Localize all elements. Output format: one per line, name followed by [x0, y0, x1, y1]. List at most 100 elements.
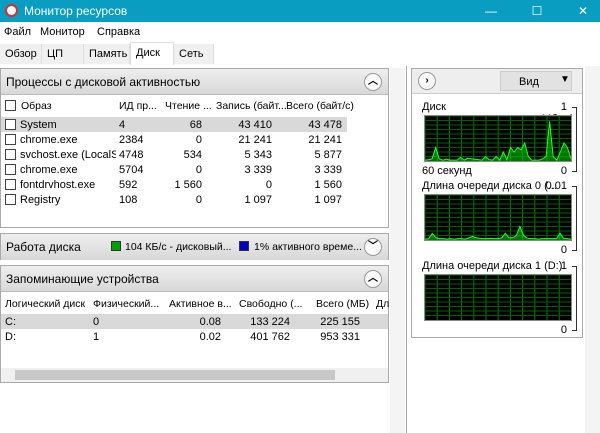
process-row[interactable]: chrome.exe 2384 0 21 241 21 241 [1, 132, 347, 147]
free-space: 133 224 [250, 316, 290, 328]
close-button[interactable]: ✕ [566, 0, 600, 22]
process-checkbox[interactable] [5, 164, 16, 175]
collapse-chevron-up-icon[interactable]: ︿ [364, 270, 382, 288]
process-pid: 5704 [119, 164, 144, 176]
maximize-button[interactable]: ☐ [520, 0, 554, 22]
process-image: svchost.exe (LocalSe... [20, 149, 116, 161]
processes-column-header: Образ ИД пр... Чтение ... Запись (байт..… [1, 98, 388, 116]
process-row[interactable]: Registry 108 0 1 097 1 097 [1, 192, 347, 207]
disk-activity-header[interactable]: Работа диска 104 КБ/с - дисковый... 1% а… [1, 234, 388, 260]
process-pid: 4 [119, 119, 126, 131]
graph-canvas [424, 115, 572, 161]
storage-title: Запоминающие устройства [6, 272, 159, 286]
process-checkbox[interactable] [5, 194, 16, 205]
process-row[interactable]: System 4 68 43 410 43 478 [1, 117, 347, 132]
active-time: 0.08 [199, 316, 221, 328]
process-row[interactable]: fontdrvhost.exe 592 1 560 0 1 560 [1, 177, 347, 192]
process-read: 1 560 [174, 179, 202, 191]
scale-bracket [572, 107, 577, 172]
scale-bracket [572, 266, 577, 331]
io-legend-swatch [111, 241, 121, 251]
col-write[interactable]: Запись (байт... [216, 100, 287, 112]
process-row[interactable]: chrome.exe 5704 0 3 339 3 339 [1, 162, 347, 177]
col-logical-disk[interactable]: Логический диск [5, 298, 85, 310]
select-all-checkbox[interactable] [5, 100, 16, 111]
graph-pane: › Вид ▼ Диск 1 Мбит/с 0 60 секундДлина о… [406, 66, 600, 433]
disk-activity-title: Работа диска [6, 240, 81, 254]
process-checkbox[interactable] [5, 134, 16, 145]
graph-canvas [424, 274, 571, 320]
process-write: 1 097 [244, 194, 272, 206]
total-space: 953 331 [320, 331, 360, 343]
resource-monitor-icon [5, 4, 18, 17]
scale-bracket [572, 186, 577, 251]
left-vertical-scrollbar[interactable] [390, 68, 405, 433]
horizontal-scrollbar[interactable] [1, 368, 388, 382]
graph-canvas [424, 194, 572, 240]
process-read: 534 [183, 149, 202, 161]
storage-header[interactable]: Запоминающие устройства ︿ [1, 266, 388, 292]
active-time: 0.02 [199, 331, 221, 343]
graph-min: 0 [560, 165, 567, 177]
right-vertical-scrollbar[interactable] [585, 66, 600, 433]
graph-label: Диск [422, 101, 446, 113]
col-pid[interactable]: ИД пр... [119, 100, 157, 112]
menu-bar: Файл Монитор Справка [0, 22, 600, 42]
tab-network[interactable]: Сеть [174, 44, 214, 64]
col-active-time[interactable]: Активное в... [169, 298, 232, 310]
collapse-chevron-up-icon[interactable]: ︿ [364, 73, 382, 91]
scrollbar-thumb[interactable] [15, 370, 335, 380]
chevron-right-icon[interactable]: › [418, 72, 436, 90]
graph-2 [424, 274, 572, 321]
process-row[interactable]: svchost.exe (LocalSe... 4748 534 5 343 5… [1, 147, 347, 162]
process-pid: 592 [119, 179, 138, 191]
active-time-summary: 1% активного време... [254, 241, 362, 253]
graph-label: Длина очереди диска 0 (... [422, 180, 557, 192]
process-read: 0 [195, 134, 202, 146]
process-checkbox[interactable] [5, 179, 16, 190]
menu-file[interactable]: Файл [4, 26, 31, 38]
total-space: 225 155 [320, 316, 360, 328]
col-total[interactable]: Всего (байт/с) [286, 100, 354, 112]
expand-chevron-down-icon[interactable]: ﹀ [364, 238, 382, 256]
col-queue[interactable]: Дл [376, 298, 389, 310]
tab-cpu[interactable]: ЦП [42, 44, 84, 64]
storage-row[interactable]: D: 1 0.02 401 762 953 331 [1, 329, 388, 344]
process-total: 5 877 [314, 149, 342, 161]
process-write: 21 241 [238, 134, 272, 146]
tab-overview[interactable]: Обзор [0, 44, 42, 64]
process-pid: 4748 [119, 149, 144, 161]
col-free[interactable]: Свободно (... [239, 298, 302, 310]
io-summary: 104 КБ/с - дисковый... [125, 241, 232, 253]
graph-0 [424, 115, 572, 162]
menu-help[interactable]: Справка [97, 26, 140, 38]
graph-1 [424, 194, 572, 241]
minimize-button[interactable]: — [474, 0, 508, 22]
logical-disk: C: [5, 316, 16, 328]
process-write: 3 339 [244, 164, 272, 176]
process-read: 0 [195, 194, 202, 206]
graph-toolbar: › Вид ▼ [412, 69, 582, 94]
process-total: 1 097 [314, 194, 342, 206]
col-physical-disk[interactable]: Физический... [93, 298, 159, 310]
storage-row[interactable]: C: 0 0.08 133 224 225 155 [1, 314, 388, 329]
process-checkbox[interactable] [5, 119, 16, 130]
active-time-legend-swatch [239, 241, 249, 251]
col-read[interactable]: Чтение ... [165, 100, 212, 112]
process-write: 0 [265, 179, 272, 191]
menu-monitor[interactable]: Монитор [40, 26, 85, 38]
process-total: 21 241 [308, 134, 342, 146]
graph-min: 0 [560, 244, 567, 256]
tab-disk[interactable]: Диск [130, 42, 174, 65]
process-checkbox[interactable] [5, 149, 16, 160]
tab-memory[interactable]: Память [84, 44, 130, 64]
view-label: Вид [519, 76, 539, 88]
dropdown-arrow-icon: ▼ [560, 74, 570, 85]
col-total-mb[interactable]: Всего (МБ) [316, 298, 369, 310]
view-dropdown[interactable]: Вид ▼ [500, 71, 572, 91]
process-total: 3 339 [314, 164, 342, 176]
storage-column-header: Логический диск Физический... Активное в… [1, 296, 389, 314]
processes-header[interactable]: Процессы с дисковой активностью ︿ [1, 69, 388, 95]
col-image[interactable]: Образ [21, 100, 52, 112]
graph-min: 0 [560, 324, 567, 336]
